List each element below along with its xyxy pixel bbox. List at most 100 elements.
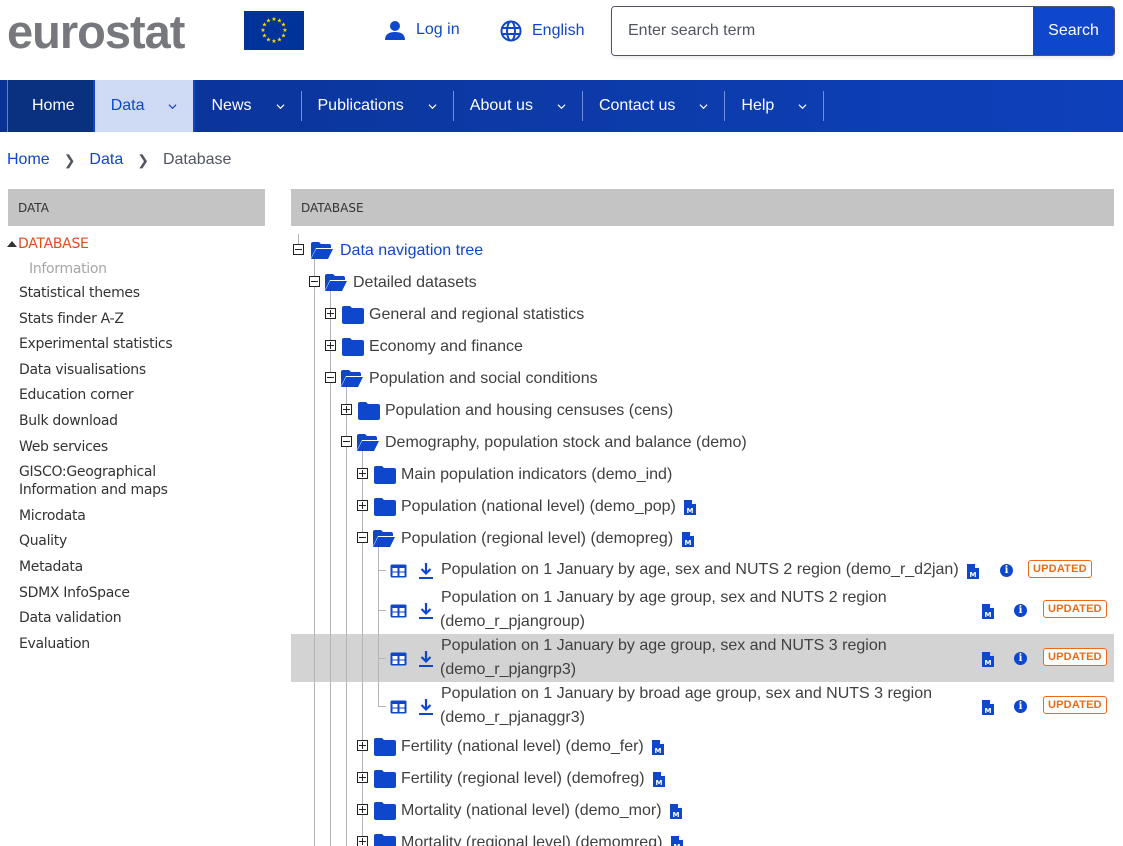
collapse-toggle[interactable] [325,372,336,383]
tree-node-demo-pop[interactable]: Population (national level) (demo_pop) [401,498,676,516]
expand-toggle[interactable] [357,500,368,511]
tree-node-demo-fer[interactable]: Fertility (national level) (demo_fer) [401,738,644,756]
metadata-icon[interactable]: M [652,740,664,755]
nav-item-home[interactable]: Home [7,80,93,132]
info-icon[interactable]: i [1014,652,1027,665]
sidebar-item[interactable]: Data visualisations [7,361,265,379]
sidebar-item[interactable]: Experimental statistics [7,335,265,353]
login-button[interactable]: Log in [384,20,460,40]
expand-toggle[interactable] [357,804,368,815]
metadata-icon[interactable]: M [684,500,696,515]
sidebar-item[interactable]: Web services [7,438,265,456]
download-icon[interactable] [418,650,434,668]
info-icon[interactable]: i [1014,604,1027,617]
expand-toggle[interactable] [357,836,368,846]
sidebar-item[interactable]: Stats finder A-Z [7,310,265,328]
tree-node-root[interactable]: Data navigation tree [340,242,483,260]
collapse-toggle[interactable] [309,276,320,287]
language-selector[interactable]: English [500,20,584,42]
table-icon[interactable] [390,700,407,714]
download-icon[interactable] [418,562,434,580]
sidebar-item-database[interactable]: DATABASE [7,234,265,254]
collapse-toggle[interactable] [341,436,352,447]
tree-node-detailed[interactable]: Detailed datasets [353,274,477,292]
dataset-link[interactable]: Population on 1 January by broad age gro… [440,682,940,730]
folder-icon [342,306,364,324]
dataset-link[interactable]: Population on 1 January by age group, se… [440,634,910,682]
expand-toggle[interactable] [357,468,368,479]
breadcrumb-home[interactable]: Home [7,151,50,169]
metadata-icon[interactable]: M [653,772,665,787]
metadata-icon[interactable]: M [670,804,682,819]
tree-line [346,386,347,846]
table-icon[interactable] [390,564,407,578]
table-icon[interactable] [390,652,407,666]
collapse-toggle[interactable] [293,244,304,255]
chevron-right-icon: ❯ [63,151,76,168]
tree-node-demopreg[interactable]: Population (regional level) (demopreg) [401,530,673,548]
expand-toggle[interactable] [357,772,368,783]
sidebar-item[interactable]: Evaluation [7,635,265,653]
sidebar-item[interactable]: GISCO:Geographical Information and maps [7,463,227,499]
sidebar-item[interactable]: Data validation [7,609,265,627]
nav-item-about[interactable]: About us [454,80,582,132]
chevron-down-icon [798,103,807,109]
search-form: Search [611,6,1115,56]
sidebar-subitem-information[interactable]: Information [7,258,265,280]
sidebar-item[interactable]: Education corner [7,386,265,404]
tree-node-demomreg[interactable]: Mortality (regional level) (demomreg) [401,834,662,846]
nav-item-help[interactable]: Help [725,80,823,132]
info-icon[interactable]: i [1014,700,1027,713]
expand-toggle[interactable] [325,308,336,319]
nav-item-news[interactable]: News [195,80,300,132]
metadata-icon[interactable]: M [671,836,683,846]
tree-node-general[interactable]: General and regional statistics [369,306,584,324]
collapse-toggle[interactable] [357,532,368,543]
tree-node-economy[interactable]: Economy and finance [369,338,523,356]
sidebar-item-label: DATABASE [18,236,89,252]
metadata-icon[interactable]: M [982,652,994,667]
folder-icon [342,338,364,356]
tree-node-demo[interactable]: Demography, population stock and balance… [385,434,747,452]
sidebar-item[interactable]: Quality [7,532,265,550]
search-button[interactable]: Search [1033,7,1114,55]
nav-item-publications[interactable]: Publications [302,80,453,132]
table-icon[interactable] [390,604,407,618]
sidebar-item[interactable]: Metadata [7,558,265,576]
svg-text:M: M [970,571,977,579]
nav-item-contact[interactable]: Contact us [583,80,724,132]
metadata-icon[interactable]: M [982,700,994,715]
dataset-link[interactable]: Population on 1 January by age group, se… [440,586,910,634]
nav-label: Help [741,97,775,114]
svg-text:M: M [985,659,992,667]
download-icon[interactable] [418,698,434,716]
expand-toggle[interactable] [325,340,336,351]
metadata-icon[interactable]: M [967,564,979,579]
nav-label: Data [110,97,145,114]
tree-node-cens[interactable]: Population and housing censuses (cens) [385,402,673,420]
sidebar-item[interactable]: Bulk download [7,412,265,430]
search-input[interactable] [612,7,1033,55]
folder-open-icon [341,370,363,387]
tree-node-demofreg[interactable]: Fertility (regional level) (demofreg) [401,770,645,788]
sidebar-item[interactable]: Microdata [7,507,265,525]
metadata-icon[interactable]: M [682,532,694,547]
nav-item-data[interactable]: Data [92,80,196,132]
expand-toggle[interactable] [341,404,352,415]
chevron-down-icon [168,103,177,109]
svg-text:M: M [655,747,662,755]
dataset-link[interactable]: Population on 1 January by age, sex and … [441,558,959,582]
info-icon[interactable]: i [1000,564,1013,577]
tree-node-population[interactable]: Population and social conditions [369,370,598,388]
tree-node-demo-ind[interactable]: Main population indicators (demo_ind) [401,466,672,484]
expand-toggle[interactable] [357,740,368,751]
sidebar-item[interactable]: SDMX InfoSpace [7,584,265,602]
site-header: eurostat ★ ★ ★ ★ ★ ★ ★ ★ ★ ★ ★ ★ Log in English … [0,0,1123,80]
eurostat-logo[interactable]: eurostat [7,4,185,60]
tree-node-demo-mor[interactable]: Mortality (national level) (demo_mor) [401,802,662,820]
breadcrumb-data[interactable]: Data [89,151,123,169]
sidebar-item[interactable]: Statistical themes [7,284,265,302]
nav-label: Contact us [598,97,676,114]
metadata-icon[interactable]: M [982,604,994,619]
download-icon[interactable] [418,602,434,620]
